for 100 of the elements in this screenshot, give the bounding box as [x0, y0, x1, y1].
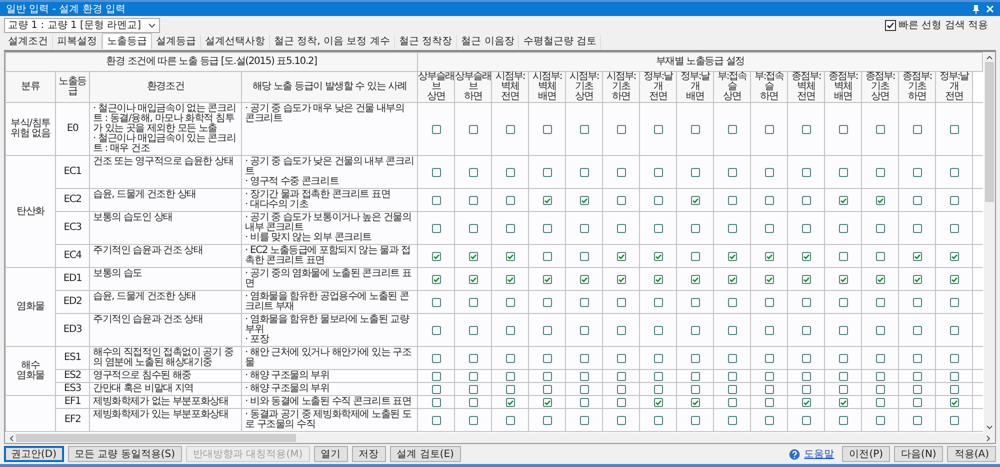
- checkbox[interactable]: [728, 298, 736, 306]
- checkbox[interactable]: [764, 416, 774, 424]
- checkbox[interactable]: [912, 274, 922, 284]
- checkbox[interactable]: [616, 196, 626, 204]
- checkbox[interactable]: [580, 274, 588, 284]
- checkbox[interactable]: [654, 274, 662, 284]
- checkbox[interactable]: [876, 252, 884, 260]
- checkbox[interactable]: [838, 124, 848, 134]
- checkbox[interactable]: [542, 354, 552, 362]
- checkbox[interactable]: [764, 224, 774, 232]
- checkbox[interactable]: [542, 398, 552, 406]
- checkbox[interactable]: [616, 326, 626, 334]
- checkbox[interactable]: [542, 384, 552, 394]
- close-icon[interactable]: [986, 5, 994, 13]
- checkbox[interactable]: [468, 398, 478, 406]
- tab[interactable]: 노출등급: [102, 33, 152, 49]
- checkbox[interactable]: [838, 224, 848, 232]
- checkbox[interactable]: [950, 274, 958, 284]
- checkbox[interactable]: [468, 416, 478, 424]
- checkbox[interactable]: [542, 298, 552, 306]
- checkbox[interactable]: [950, 326, 958, 334]
- checkbox[interactable]: [876, 274, 884, 284]
- checkbox[interactable]: [654, 252, 662, 260]
- checkbox[interactable]: [654, 384, 662, 394]
- checkbox[interactable]: [912, 168, 922, 176]
- checkbox[interactable]: [950, 168, 958, 176]
- checkbox[interactable]: [468, 326, 478, 334]
- checkbox[interactable]: [542, 168, 552, 176]
- checkbox[interactable]: [912, 384, 922, 394]
- checkbox[interactable]: [690, 372, 700, 380]
- checkbox[interactable]: [468, 224, 478, 232]
- checkbox[interactable]: [654, 124, 662, 134]
- checkbox[interactable]: [764, 298, 774, 306]
- checkbox[interactable]: [690, 398, 700, 406]
- checkbox[interactable]: [432, 372, 440, 380]
- checkbox[interactable]: [616, 398, 626, 406]
- action-button[interactable]: 모든 교량 동일적용(S): [68, 446, 182, 462]
- chevron-down-icon[interactable]: [986, 425, 993, 430]
- checkbox[interactable]: [580, 372, 588, 380]
- checkbox[interactable]: [432, 416, 440, 424]
- checkbox[interactable]: [506, 274, 514, 284]
- checkbox[interactable]: [802, 196, 810, 204]
- checkbox[interactable]: [468, 384, 478, 394]
- action-button[interactable]: 권고안(D): [4, 446, 64, 462]
- checkbox[interactable]: [876, 224, 884, 232]
- checkbox[interactable]: [802, 124, 810, 134]
- checkbox[interactable]: [468, 252, 478, 260]
- checkbox[interactable]: [616, 416, 626, 424]
- checkbox[interactable]: [690, 196, 700, 204]
- checkbox[interactable]: [468, 124, 478, 134]
- checkbox[interactable]: [432, 326, 440, 334]
- checkbox[interactable]: [468, 354, 478, 362]
- checkbox[interactable]: [432, 124, 440, 134]
- action-button[interactable]: 적용(A): [947, 446, 996, 462]
- checkbox[interactable]: [728, 354, 736, 362]
- checkbox[interactable]: [468, 372, 478, 380]
- checkbox[interactable]: [506, 196, 514, 204]
- checkbox[interactable]: [950, 224, 958, 232]
- checkbox[interactable]: [912, 124, 922, 134]
- checkbox[interactable]: [580, 354, 588, 362]
- checkbox[interactable]: [580, 298, 588, 306]
- checkbox[interactable]: [838, 384, 848, 394]
- checkbox[interactable]: [728, 168, 736, 176]
- checkbox[interactable]: [542, 274, 552, 284]
- checkbox[interactable]: [876, 326, 884, 334]
- checkbox[interactable]: [690, 168, 700, 176]
- checkbox[interactable]: [876, 354, 884, 362]
- checkbox[interactable]: [690, 298, 700, 306]
- checkbox[interactable]: [506, 416, 514, 424]
- checkbox[interactable]: [912, 372, 922, 380]
- checkbox[interactable]: [690, 274, 700, 284]
- checkbox[interactable]: [654, 168, 662, 176]
- checkbox[interactable]: [506, 224, 514, 232]
- checkbox[interactable]: [506, 398, 514, 406]
- checkbox[interactable]: [654, 372, 662, 380]
- checkbox[interactable]: [690, 384, 700, 394]
- checkbox[interactable]: [690, 224, 700, 232]
- checkbox[interactable]: [764, 372, 774, 380]
- bridge-dropdown[interactable]: 교량 1 : 교량 1 [문형 라멘교]: [4, 18, 160, 32]
- checkbox[interactable]: [728, 196, 736, 204]
- checkbox[interactable]: [616, 252, 626, 260]
- checkbox[interactable]: [506, 252, 514, 260]
- checkbox[interactable]: [876, 398, 884, 406]
- checkbox[interactable]: [802, 298, 810, 306]
- checkbox[interactable]: [654, 224, 662, 232]
- checkbox[interactable]: [764, 196, 774, 204]
- checkbox[interactable]: [838, 298, 848, 306]
- checkbox[interactable]: [912, 398, 922, 406]
- checkbox[interactable]: [542, 124, 552, 134]
- checkbox[interactable]: [580, 416, 588, 424]
- checkbox[interactable]: [616, 372, 626, 380]
- checkbox[interactable]: [468, 274, 478, 284]
- checkbox[interactable]: [580, 196, 588, 204]
- chevron-up-icon[interactable]: [986, 55, 993, 60]
- checkbox[interactable]: [616, 298, 626, 306]
- checkbox[interactable]: [950, 298, 958, 306]
- checkbox[interactable]: [432, 224, 440, 232]
- checkbox[interactable]: [506, 354, 514, 362]
- checkbox[interactable]: [728, 384, 736, 394]
- checkbox[interactable]: [912, 224, 922, 232]
